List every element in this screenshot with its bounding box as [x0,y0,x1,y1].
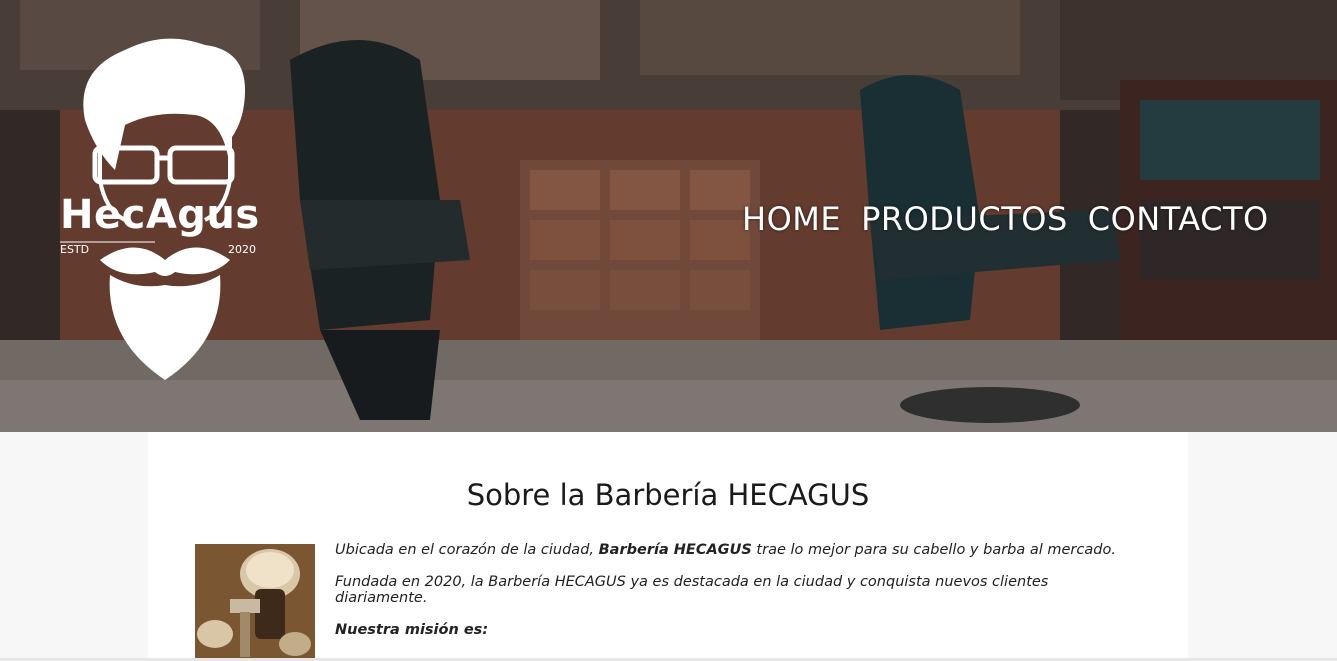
nav-link-contacto[interactable]: CONTACTO [1088,200,1269,238]
brand-logo-text[interactable]: HecAgus [60,192,260,238]
mission-label-text: Nuestra misión es: [335,622,489,638]
page-margin-left [0,432,148,661]
about-paragraph-1-start: Ubicada en el corazón de la ciudad, [335,542,599,558]
about-paragraph-1: Ubicada en el corazón de la ciudad, Barb… [335,542,1135,558]
about-paragraph-2: Fundada en 2020, la Barbería HECAGUS ya … [335,574,1049,606]
nav-link-home[interactable]: HOME [742,200,841,238]
shaving-kit-image [195,544,315,661]
about-text: Ubicada en el corazón de la ciudad, Barb… [335,542,1135,654]
nav-link-productos[interactable]: PRODUCTOS [861,200,1068,238]
hero-banner: HecAgus ESTD 2020 HOME PRODUCTOS CONTACT… [0,0,1337,432]
main-navigation: HOME PRODUCTOS CONTACTO [742,200,1269,238]
brand-logo-year: 2020 [228,243,256,256]
about-paragraph-1-end: trae lo mejor para su cabello y barba al… [751,542,1116,558]
brand-logo-estd: ESTD [60,243,90,256]
about-section: Sobre la Barbería HECAGUS Ubicada en el … [148,432,1188,661]
mission-label: Nuestra misión es: [335,622,1135,638]
about-title: Sobre la Barbería HECAGUS [466,478,870,512]
page-margin-right [1188,432,1337,661]
about-paragraph-1-brand: Barbería HECAGUS [598,542,752,558]
